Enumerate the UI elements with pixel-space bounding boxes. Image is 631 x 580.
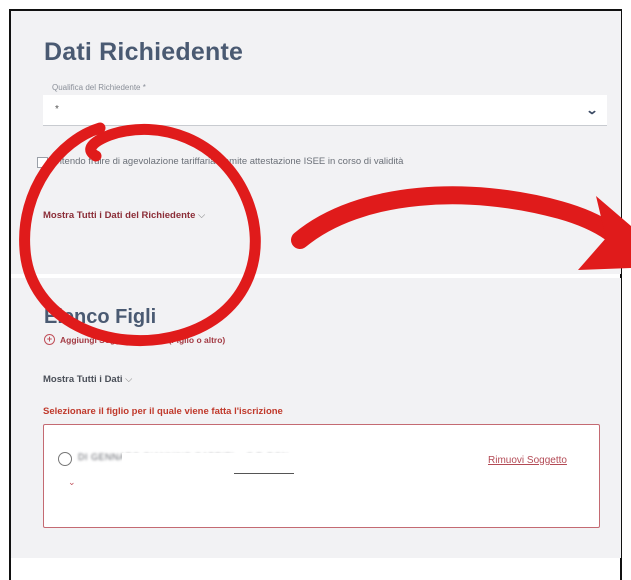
plus-circle-icon: + <box>44 334 55 345</box>
select-child-prompt: Selezionare il figlio per il quale viene… <box>43 406 283 417</box>
child-list-box: DI GENNARO GIANNINO GABRIEL - C.F. DGN R… <box>43 424 600 528</box>
add-child-link[interactable]: + Aggiungi Soggetto Utenza (Figlio o alt… <box>44 334 225 345</box>
qualifica-select[interactable]: * ⌄ <box>43 95 607 126</box>
show-children-data-label: Mostra Tutti i Dati <box>43 374 123 385</box>
qualifica-value: * <box>55 104 59 115</box>
show-children-data-link[interactable]: Mostra Tutti i Dati ⌵ <box>43 374 132 385</box>
show-requester-data-label: Mostra Tutti i Dati del Richiedente <box>43 210 196 221</box>
isee-checkbox-label: Intendo fruire di agevolazione tariffari… <box>54 156 404 167</box>
chevron-down-icon: ⌵ <box>125 374 133 385</box>
chevron-down-icon: ⌄ <box>585 103 599 117</box>
remove-subject-link[interactable]: Rimuovi Soggetto <box>488 455 567 466</box>
show-requester-data-link[interactable]: Mostra Tutti i Dati del Richiedente ⌵ <box>43 210 205 221</box>
redaction-line <box>234 473 294 474</box>
child-radio[interactable] <box>58 452 72 466</box>
requester-title: Dati Richiedente <box>44 38 244 66</box>
chevron-down-icon: ⌵ <box>198 210 206 221</box>
children-title: Elenco Figli <box>44 306 157 328</box>
chevron-down-icon: ⌄ <box>68 477 76 487</box>
add-child-label: Aggiungi Soggetto Utenza (Figlio o altro… <box>60 334 226 345</box>
qualifica-label: Qualifica del Richiedente * <box>52 83 146 92</box>
redaction-block <box>122 453 502 483</box>
isee-checkbox[interactable] <box>37 157 48 168</box>
